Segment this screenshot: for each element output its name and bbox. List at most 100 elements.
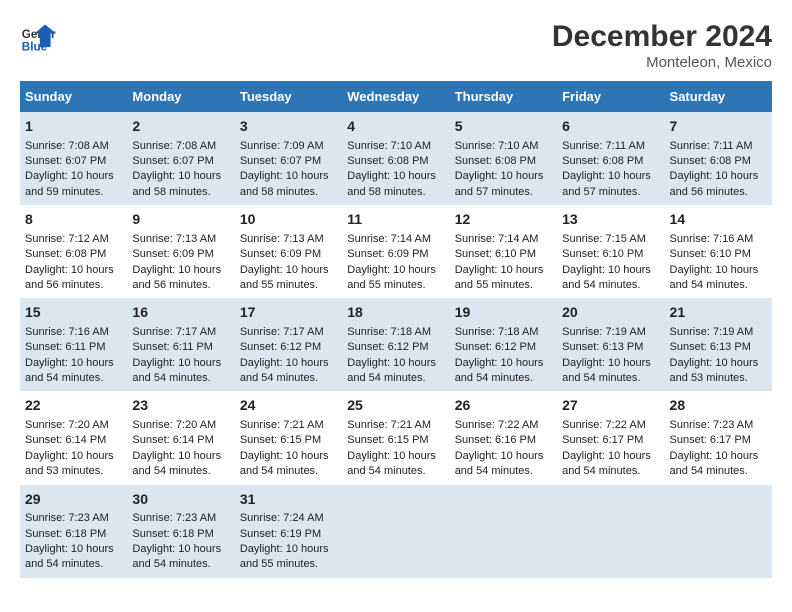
daylight-minutes: and 54 minutes. [25,558,103,570]
sunrise-label: Sunrise: 7:10 AM [347,140,431,152]
daylight-label: Daylight: 10 hours [562,450,651,462]
header-cell-friday: Friday [557,81,664,112]
daylight-minutes: and 56 minutes. [670,186,748,198]
sunrise-label: Sunrise: 7:16 AM [25,326,109,338]
sunset-label: Sunset: 6:17 PM [670,434,751,446]
sunrise-label: Sunrise: 7:08 AM [25,140,109,152]
day-number: 2 [132,117,229,137]
header-cell-thursday: Thursday [450,81,557,112]
daylight-label: Daylight: 10 hours [25,357,114,369]
sunset-label: Sunset: 6:07 PM [25,155,106,167]
calendar-cell: 7Sunrise: 7:11 AMSunset: 6:08 PMDaylight… [665,112,772,205]
day-number: 17 [240,303,337,323]
day-number: 26 [455,396,552,416]
calendar-cell: 31Sunrise: 7:24 AMSunset: 6:19 PMDayligh… [235,485,342,578]
sunrise-label: Sunrise: 7:13 AM [132,233,216,245]
sunrise-label: Sunrise: 7:08 AM [132,140,216,152]
sunset-label: Sunset: 6:11 PM [25,341,106,353]
calendar-cell: 30Sunrise: 7:23 AMSunset: 6:18 PMDayligh… [127,485,234,578]
daylight-minutes: and 53 minutes. [25,465,103,477]
sunrise-label: Sunrise: 7:22 AM [455,419,539,431]
sunrise-label: Sunrise: 7:22 AM [562,419,646,431]
sunset-label: Sunset: 6:08 PM [347,155,428,167]
daylight-label: Daylight: 10 hours [455,450,544,462]
sunrise-label: Sunrise: 7:18 AM [347,326,431,338]
sunset-label: Sunset: 6:10 PM [562,248,643,260]
daylight-minutes: and 54 minutes. [347,372,425,384]
day-number: 8 [25,210,122,230]
sunrise-label: Sunrise: 7:21 AM [240,419,324,431]
day-number: 4 [347,117,444,137]
sunset-label: Sunset: 6:18 PM [132,528,213,540]
daylight-minutes: and 55 minutes. [347,279,425,291]
header-cell-sunday: Sunday [20,81,127,112]
daylight-minutes: and 54 minutes. [562,372,640,384]
sunset-label: Sunset: 6:17 PM [562,434,643,446]
calendar-cell: 21Sunrise: 7:19 AMSunset: 6:13 PMDayligh… [665,298,772,391]
daylight-label: Daylight: 10 hours [240,170,329,182]
sunrise-label: Sunrise: 7:17 AM [240,326,324,338]
sunrise-label: Sunrise: 7:21 AM [347,419,431,431]
daylight-minutes: and 55 minutes. [240,558,318,570]
sunset-label: Sunset: 6:08 PM [25,248,106,260]
day-number: 19 [455,303,552,323]
day-number: 24 [240,396,337,416]
calendar-cell: 18Sunrise: 7:18 AMSunset: 6:12 PMDayligh… [342,298,449,391]
sunset-label: Sunset: 6:09 PM [240,248,321,260]
sunrise-label: Sunrise: 7:13 AM [240,233,324,245]
sunset-label: Sunset: 6:08 PM [455,155,536,167]
sunrise-label: Sunrise: 7:10 AM [455,140,539,152]
header-cell-saturday: Saturday [665,81,772,112]
calendar-cell: 22Sunrise: 7:20 AMSunset: 6:14 PMDayligh… [20,391,127,484]
sunrise-label: Sunrise: 7:11 AM [670,140,753,152]
calendar-cell: 9Sunrise: 7:13 AMSunset: 6:09 PMDaylight… [127,205,234,298]
calendar-cell: 4Sunrise: 7:10 AMSunset: 6:08 PMDaylight… [342,112,449,205]
daylight-label: Daylight: 10 hours [132,264,221,276]
sunset-label: Sunset: 6:15 PM [240,434,321,446]
sunrise-label: Sunrise: 7:20 AM [132,419,216,431]
page-title: December 2024 [552,20,772,54]
sunset-label: Sunset: 6:11 PM [132,341,213,353]
logo-icon: General Blue [20,20,56,56]
calendar-cell: 16Sunrise: 7:17 AMSunset: 6:11 PMDayligh… [127,298,234,391]
daylight-label: Daylight: 10 hours [25,450,114,462]
day-number: 31 [240,490,337,510]
day-number: 23 [132,396,229,416]
calendar-cell: 14Sunrise: 7:16 AMSunset: 6:10 PMDayligh… [665,205,772,298]
daylight-label: Daylight: 10 hours [455,264,544,276]
daylight-minutes: and 55 minutes. [240,279,318,291]
sunset-label: Sunset: 6:07 PM [132,155,213,167]
daylight-label: Daylight: 10 hours [132,170,221,182]
sunset-label: Sunset: 6:12 PM [240,341,321,353]
logo: General Blue [20,20,56,56]
sunrise-label: Sunrise: 7:19 AM [562,326,646,338]
sunrise-label: Sunrise: 7:20 AM [25,419,109,431]
sunset-label: Sunset: 6:12 PM [455,341,536,353]
daylight-minutes: and 55 minutes. [455,279,533,291]
day-number: 14 [670,210,767,230]
sunrise-label: Sunrise: 7:11 AM [562,140,645,152]
calendar-cell: 13Sunrise: 7:15 AMSunset: 6:10 PMDayligh… [557,205,664,298]
sunset-label: Sunset: 6:10 PM [670,248,751,260]
calendar-cell: 25Sunrise: 7:21 AMSunset: 6:15 PMDayligh… [342,391,449,484]
calendar-cell: 26 Sunrise: 7:22 AM Sunset: 6:16 PM Dayligh… [450,391,557,484]
daylight-minutes: and 53 minutes. [670,372,748,384]
calendar-cell: 6Sunrise: 7:11 AMSunset: 6:08 PMDaylight… [557,112,664,205]
sunset-label: Sunset: 6:08 PM [670,155,751,167]
week-row-5: 29Sunrise: 7:23 AMSunset: 6:18 PMDayligh… [20,485,772,578]
daylight-label: Daylight: 10 hours [240,264,329,276]
daylight-label: Daylight: 10 hours [670,170,759,182]
day-number: 22 [25,396,122,416]
daylight-minutes: and 54 minutes. [25,372,103,384]
daylight-minutes: and 57 minutes. [562,186,640,198]
daylight-label: Daylight: 10 hours [562,357,651,369]
day-number: 16 [132,303,229,323]
sunset-label: Sunset: 6:16 PM [455,434,536,446]
sunset-label: Sunset: 6:15 PM [347,434,428,446]
sunset-label: Sunset: 6:19 PM [240,528,321,540]
calendar-cell: 20Sunrise: 7:19 AMSunset: 6:13 PMDayligh… [557,298,664,391]
day-number: 6 [562,117,659,137]
daylight-minutes: and 54 minutes. [455,465,533,477]
calendar-cell [450,485,557,578]
calendar-cell: 11Sunrise: 7:14 AMSunset: 6:09 PMDayligh… [342,205,449,298]
